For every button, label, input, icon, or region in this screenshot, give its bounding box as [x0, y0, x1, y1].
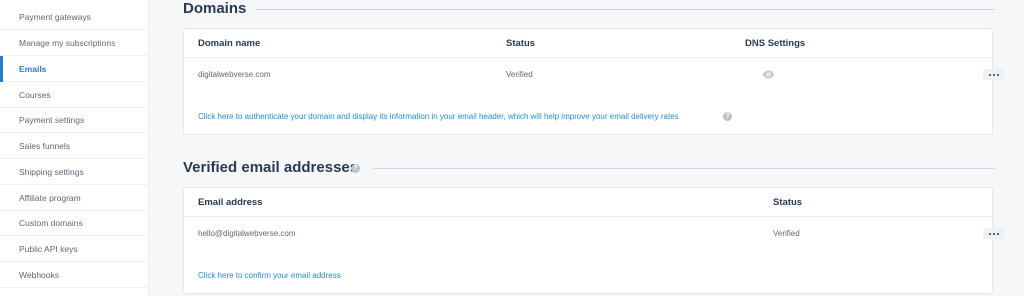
dot-icon — [988, 232, 991, 235]
email-more-actions-button[interactable] — [983, 228, 1004, 239]
column-status: Status — [506, 38, 536, 49]
dot-icon — [996, 232, 999, 235]
emails-table-header: Email address Status — [184, 188, 992, 217]
domains-table-header: Domain name Status DNS Settings — [184, 29, 992, 58]
dot-icon — [988, 73, 991, 76]
sidebar-item-manage-subscriptions[interactable]: Manage my subscriptions — [0, 30, 148, 56]
verified-emails-title: Verified email addresses — [183, 159, 359, 176]
sidebar-item-emails[interactable]: Emails — [0, 56, 148, 82]
sidebar-item-public-api-keys[interactable]: Public API keys — [0, 236, 148, 262]
sidebar-item-courses[interactable]: Courses — [0, 82, 148, 108]
column-status: Status — [773, 197, 803, 208]
help-icon[interactable]: ? — [723, 112, 732, 121]
domains-card: Domain name Status DNS Settings digitalw… — [183, 28, 1004, 135]
sidebar-item-shipping-settings[interactable]: Shipping settings — [0, 159, 148, 185]
dot-icon — [996, 73, 999, 76]
sidebar-item-webhooks[interactable]: Webhooks — [0, 262, 148, 288]
main-content: Domains Domain name Status DNS Settings … — [171, 0, 1024, 296]
authenticate-domain-link[interactable]: Click here to authenticate your domain a… — [198, 112, 679, 121]
email-status: Verified — [773, 229, 800, 238]
sidebar-item-affiliate-program[interactable]: Affiliate program — [0, 185, 148, 211]
emails-card: Email address Status hello@digitalwebver… — [183, 187, 1004, 294]
domain-more-actions-button[interactable] — [983, 69, 1004, 80]
domain-status: Verified — [506, 70, 533, 79]
domains-divider — [255, 9, 995, 10]
sidebar-item-payment-gateways[interactable]: Payment gateways — [0, 4, 148, 30]
eye-icon[interactable] — [762, 70, 775, 79]
sidebar-item-sales-funnels[interactable]: Sales funnels — [0, 133, 148, 159]
confirm-email-link[interactable]: Click here to confirm your email address — [198, 271, 341, 280]
sidebar-item-custom-domains[interactable]: Custom domains — [0, 210, 148, 236]
dot-icon — [992, 232, 995, 235]
domain-name: digitalwebverse.com — [198, 70, 271, 79]
sidebar-item-payment-settings[interactable]: Payment settings — [0, 107, 148, 133]
dot-icon — [992, 73, 995, 76]
settings-sidebar: Payment gateways Manage my subscriptions… — [0, 0, 149, 296]
domains-title: Domains — [183, 0, 247, 17]
help-icon[interactable]: ? — [351, 164, 360, 173]
column-email-address: Email address — [198, 197, 263, 208]
column-domain-name: Domain name — [198, 38, 261, 49]
column-dns-settings: DNS Settings — [745, 38, 806, 49]
emails-divider — [373, 168, 995, 169]
email-address: hello@digitalwebverse.com — [198, 229, 296, 238]
